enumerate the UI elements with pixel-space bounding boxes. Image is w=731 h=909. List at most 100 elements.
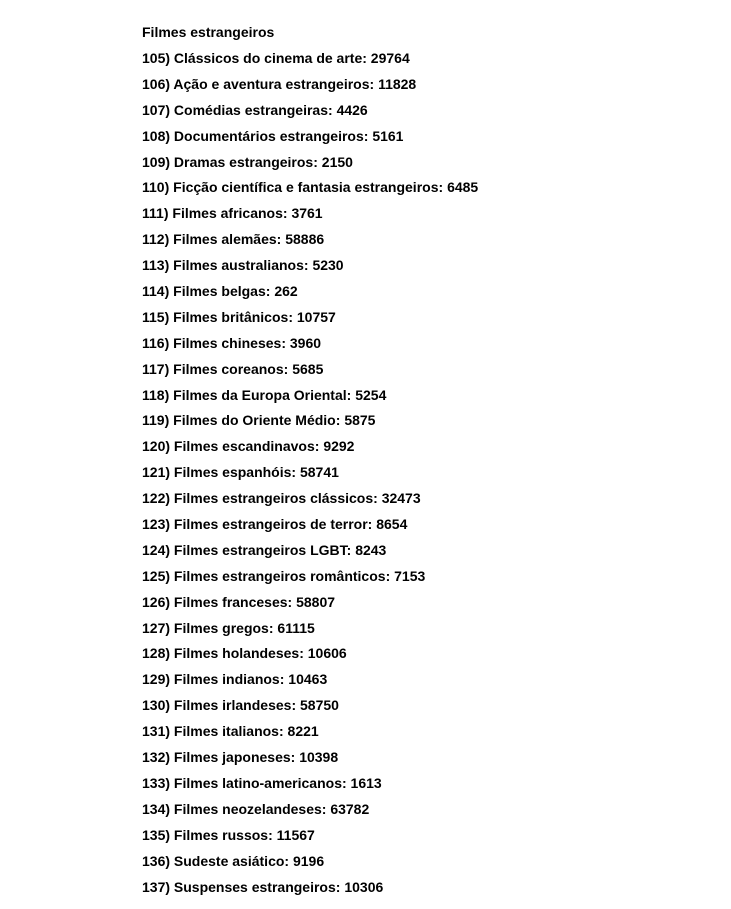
list-item: 124) Filmes estrangeiros LGBT: 8243	[142, 538, 691, 564]
list-item: 105) Clássicos do cinema de arte: 29764	[142, 46, 691, 72]
item-label: Filmes irlandeses	[174, 697, 292, 713]
item-number: 137	[142, 879, 165, 895]
item-label: Comédias estrangeiras	[174, 102, 328, 118]
item-label: Dramas estrangeiros	[174, 154, 313, 170]
item-number: 113	[142, 257, 165, 273]
item-code: 5875	[344, 412, 375, 428]
item-label: Filmes australianos	[173, 257, 304, 273]
list-item: 108) Documentários estrangeiros: 5161	[142, 124, 691, 150]
item-number: 131	[142, 723, 165, 739]
item-number: 109	[142, 154, 165, 170]
item-label: Filmes latino-americanos	[174, 775, 342, 791]
item-label: Filmes espanhóis	[174, 464, 291, 480]
item-number: 108	[142, 128, 165, 144]
item-code: 11567	[277, 827, 315, 843]
item-label: Filmes estrangeiros clássicos	[174, 490, 373, 506]
list-item: 134) Filmes neozelandeses: 63782	[142, 797, 691, 823]
item-number: 107	[142, 102, 165, 118]
item-label: Ficção científica e fantasia estrangeiro…	[173, 179, 438, 195]
list-item: 113) Filmes australianos: 5230	[142, 253, 691, 279]
list-item: 130) Filmes irlandeses: 58750	[142, 693, 691, 719]
list-item: 132) Filmes japoneses: 10398	[142, 745, 691, 771]
item-code: 5254	[355, 387, 386, 403]
list-item: 106) Ação e aventura estrangeiros: 11828	[142, 72, 691, 98]
item-code: 6485	[447, 179, 478, 195]
item-number: 127	[142, 620, 165, 636]
item-code: 9196	[293, 853, 324, 869]
item-code: 58886	[285, 231, 324, 247]
item-number: 122	[142, 490, 165, 506]
list-item: 128) Filmes holandeses: 10606	[142, 641, 691, 667]
item-label: Ação e aventura estrangeiros	[173, 76, 369, 92]
list-item: 123) Filmes estrangeiros de terror: 8654	[142, 512, 691, 538]
item-code: 8243	[355, 542, 386, 558]
item-code: 5685	[292, 361, 323, 377]
list-item: 127) Filmes gregos: 61115	[142, 616, 691, 642]
item-number: 121	[142, 464, 165, 480]
list-item: 118) Filmes da Europa Oriental: 5254	[142, 383, 691, 409]
item-code: 63782	[330, 801, 369, 817]
item-code: 1613	[351, 775, 382, 791]
item-code: 58807	[296, 594, 335, 610]
list-item: 135) Filmes russos: 11567	[142, 823, 691, 849]
item-number: 124	[142, 542, 165, 558]
item-code: 58741	[300, 464, 339, 480]
item-code: 61115	[277, 620, 314, 636]
item-label: Filmes coreanos	[173, 361, 284, 377]
item-label: Filmes gregos	[174, 620, 269, 636]
item-code: 10398	[299, 749, 338, 765]
list-item: 120) Filmes escandinavos: 9292	[142, 434, 691, 460]
item-label: Sudeste asiático	[174, 853, 285, 869]
item-number: 129	[142, 671, 165, 687]
list-item: 111) Filmes africanos: 3761	[142, 201, 691, 227]
list-item: 126) Filmes franceses: 58807	[142, 590, 691, 616]
item-number: 115	[142, 309, 165, 325]
document-content: Filmes estrangeiros 105) Clássicos do ci…	[0, 0, 731, 900]
item-label: Filmes holandeses	[174, 645, 299, 661]
list-item: 115) Filmes britânicos: 10757	[142, 305, 691, 331]
item-code: 9292	[323, 438, 354, 454]
item-label: Suspenses estrangeiros	[174, 879, 336, 895]
list-item: 131) Filmes italianos: 8221	[142, 719, 691, 745]
item-label: Filmes alemães	[173, 231, 277, 247]
list-item: 109) Dramas estrangeiros: 2150	[142, 150, 691, 176]
list-item: 121) Filmes espanhóis: 58741	[142, 460, 691, 486]
item-code: 2150	[322, 154, 353, 170]
item-label: Filmes estrangeiros românticos	[174, 568, 386, 584]
item-number: 106	[142, 76, 165, 92]
item-code: 5230	[312, 257, 343, 273]
item-number: 132	[142, 749, 165, 765]
item-code: 58750	[300, 697, 339, 713]
item-number: 111	[142, 205, 164, 221]
item-code: 29764	[371, 50, 410, 66]
list-item: 107) Comédias estrangeiras: 4426	[142, 98, 691, 124]
item-code: 4426	[337, 102, 368, 118]
item-number: 112	[142, 231, 165, 247]
item-number: 133	[142, 775, 165, 791]
item-label: Filmes estrangeiros de terror	[174, 516, 368, 532]
item-label: Filmes italianos	[174, 723, 279, 739]
list-item: 137) Suspenses estrangeiros: 10306	[142, 875, 691, 901]
item-code: 3960	[290, 335, 321, 351]
item-label: Filmes africanos	[172, 205, 283, 221]
item-label: Clássicos do cinema de arte	[174, 50, 362, 66]
item-code: 262	[274, 283, 297, 299]
list-item: 136) Sudeste asiático: 9196	[142, 849, 691, 875]
item-label: Filmes russos	[174, 827, 268, 843]
item-label: Filmes neozelandeses	[174, 801, 322, 817]
item-number: 123	[142, 516, 165, 532]
item-number: 136	[142, 853, 165, 869]
list-item: 122) Filmes estrangeiros clássicos: 3247…	[142, 486, 691, 512]
item-code: 3761	[291, 205, 322, 221]
list-item: 129) Filmes indianos: 10463	[142, 667, 691, 693]
item-number: 119	[142, 412, 165, 428]
list-item: 114) Filmes belgas: 262	[142, 279, 691, 305]
item-label: Filmes chineses	[173, 335, 281, 351]
item-number: 128	[142, 645, 165, 661]
item-code: 32473	[382, 490, 421, 506]
item-label: Documentários estrangeiros	[174, 128, 364, 144]
item-label: Filmes da Europa Oriental	[173, 387, 347, 403]
item-code: 7153	[394, 568, 425, 584]
list-item: 112) Filmes alemães: 58886	[142, 227, 691, 253]
item-number: 130	[142, 697, 165, 713]
